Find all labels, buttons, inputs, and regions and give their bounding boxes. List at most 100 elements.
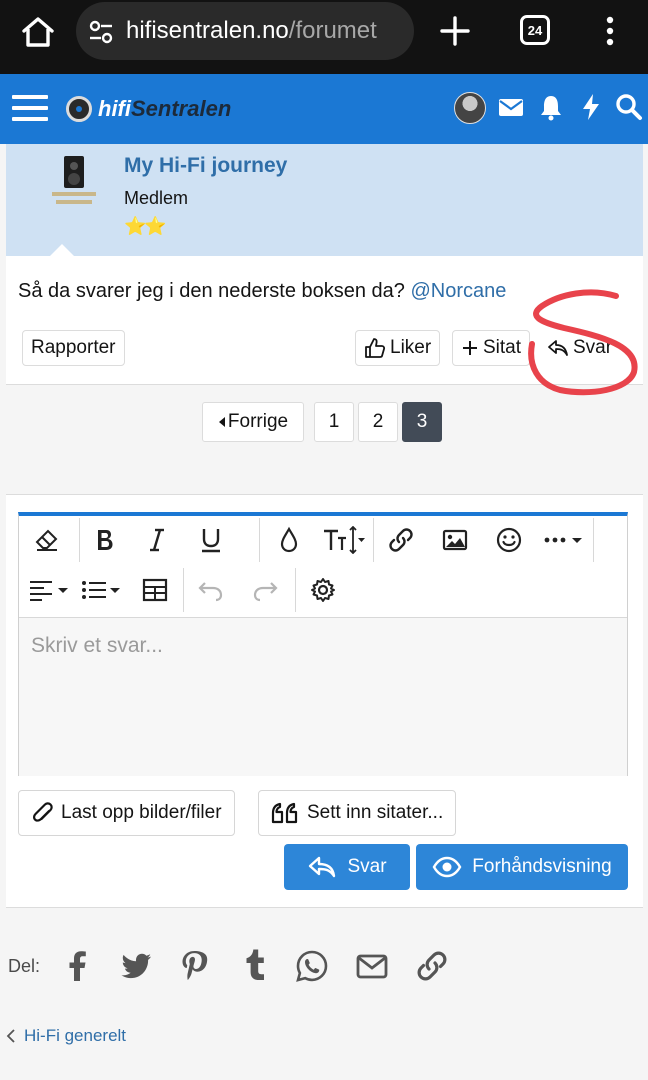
breadcrumb[interactable]: Hi-Fi generelt xyxy=(6,1026,126,1046)
twitter-icon[interactable] xyxy=(118,948,154,984)
upload-files-button[interactable]: Last opp bilder/filer xyxy=(18,790,235,836)
mail-icon[interactable] xyxy=(496,92,526,122)
vinyl-icon xyxy=(66,96,92,122)
insert-link-button[interactable] xyxy=(381,520,421,560)
italic-button[interactable] xyxy=(137,520,177,560)
align-left-icon xyxy=(30,581,68,601)
text-color-button[interactable] xyxy=(269,520,309,560)
link-icon xyxy=(389,528,413,552)
userbar-pointer xyxy=(50,244,74,256)
insert-quotes-label: Sett inn sitater... xyxy=(307,802,444,823)
toolbar-separator xyxy=(259,518,260,562)
facebook-icon[interactable] xyxy=(60,948,96,984)
eye-icon xyxy=(432,856,462,878)
link-icon[interactable] xyxy=(414,948,450,984)
search-icon[interactable] xyxy=(614,92,644,122)
annotation-circle xyxy=(528,289,638,396)
quote-button[interactable]: Sitat xyxy=(452,330,531,366)
droplet-icon xyxy=(280,526,298,553)
image-icon xyxy=(442,529,468,551)
eraser-icon xyxy=(35,529,58,551)
insert-image-button[interactable] xyxy=(435,520,475,560)
logo-text-hifi: hifi xyxy=(98,96,131,121)
editor-settings-button[interactable] xyxy=(303,570,343,610)
gear-icon xyxy=(311,578,335,602)
pagination-prev[interactable]: Forrige xyxy=(202,402,304,442)
user-mention[interactable]: @Norcane xyxy=(411,280,507,302)
post-body: Så da svarer jeg i den nederste boksen d… xyxy=(18,280,507,302)
bullet-list-icon xyxy=(82,581,120,599)
author-rank-stars: ⭐⭐ xyxy=(124,216,167,236)
preview-button[interactable]: Forhåndsvisning xyxy=(416,844,628,890)
list-button[interactable] xyxy=(79,570,125,610)
address-bar[interactable]: hifisentralen.no/forumet xyxy=(76,2,414,60)
breadcrumb-parent-link[interactable]: Hi-Fi generelt xyxy=(24,1026,126,1046)
thumbs-up-icon xyxy=(365,338,386,358)
italic-icon xyxy=(150,528,164,552)
more-options-icon[interactable] xyxy=(598,14,622,48)
bold-icon xyxy=(98,530,113,550)
ellipsis-icon xyxy=(544,537,582,543)
home-icon[interactable] xyxy=(20,14,56,50)
pagination-prev-label: Forrige xyxy=(227,411,289,432)
alignment-button[interactable] xyxy=(27,570,73,610)
redo-button[interactable] xyxy=(245,570,285,610)
caret-left-icon xyxy=(218,417,225,427)
pagination-page-2[interactable]: 2 xyxy=(358,402,398,442)
paperclip-icon xyxy=(33,802,53,822)
table-icon xyxy=(142,578,168,602)
post-user-bar: My Hi-Fi journey Medlem ⭐⭐ xyxy=(6,144,643,256)
bell-icon[interactable] xyxy=(536,92,566,122)
author-role: Medlem xyxy=(124,188,189,208)
smilies-button[interactable] xyxy=(489,520,529,560)
site-logo[interactable]: hifi Sentralen xyxy=(66,94,231,124)
tumblr-icon[interactable] xyxy=(236,948,272,984)
tab-switcher[interactable]: 24 xyxy=(520,15,550,45)
redo-icon xyxy=(253,582,278,602)
like-button[interactable]: Liker xyxy=(355,330,441,366)
underline-button[interactable] xyxy=(191,520,231,560)
url-text: hifisentralen.no/forumet xyxy=(126,17,377,44)
preview-label: Forhåndsvisning xyxy=(472,856,612,877)
quote-label: Sitat xyxy=(483,337,522,358)
chevron-left-icon xyxy=(6,1029,15,1043)
user-avatar[interactable] xyxy=(454,92,486,124)
whatsapp-icon[interactable] xyxy=(294,948,330,984)
toolbar-separator xyxy=(183,568,184,612)
font-size-icon xyxy=(324,526,365,554)
site-settings-icon[interactable] xyxy=(88,19,114,45)
submit-reply-label: Svar xyxy=(347,856,387,877)
upload-files-label: Last opp bilder/filer xyxy=(61,802,222,823)
more-options-button[interactable] xyxy=(541,520,587,560)
submit-reply-button[interactable]: Svar xyxy=(284,844,410,890)
share-label: Del: xyxy=(8,956,41,976)
new-tab-icon[interactable] xyxy=(438,14,472,48)
author-name[interactable]: My Hi-Fi journey xyxy=(124,154,287,178)
pagination-page-3-current[interactable]: 3 xyxy=(402,402,442,442)
reply-placeholder: Skriv et svar... xyxy=(31,634,163,657)
toolbar-separator xyxy=(79,518,80,562)
underline-icon xyxy=(202,529,220,553)
pagination-page-1[interactable]: 1 xyxy=(314,402,354,442)
quote-marks-icon xyxy=(271,802,298,824)
email-icon[interactable] xyxy=(354,948,390,984)
bold-button[interactable] xyxy=(85,520,125,560)
toolbar-separator xyxy=(593,518,594,562)
smiley-icon xyxy=(496,527,522,553)
insert-table-button[interactable] xyxy=(135,570,175,610)
logo-text-sentralen: Sentralen xyxy=(131,96,232,121)
pinterest-icon[interactable] xyxy=(176,948,212,984)
author-avatar[interactable] xyxy=(46,154,102,214)
font-size-button[interactable] xyxy=(321,520,367,560)
insert-quotes-button[interactable]: Sett inn sitater... xyxy=(258,790,457,836)
report-button[interactable]: Rapporter xyxy=(22,330,125,366)
report-label: Rapporter xyxy=(31,337,116,358)
bolt-icon[interactable] xyxy=(576,92,606,122)
toolbar-separator xyxy=(373,518,374,562)
undo-button[interactable] xyxy=(191,570,231,610)
reply-arrow-icon xyxy=(309,856,336,878)
clear-formatting-button[interactable] xyxy=(27,520,67,560)
menu-icon[interactable] xyxy=(12,92,48,124)
editor-toolbar xyxy=(19,516,627,618)
reply-editor: Skriv et svar... xyxy=(18,512,628,776)
